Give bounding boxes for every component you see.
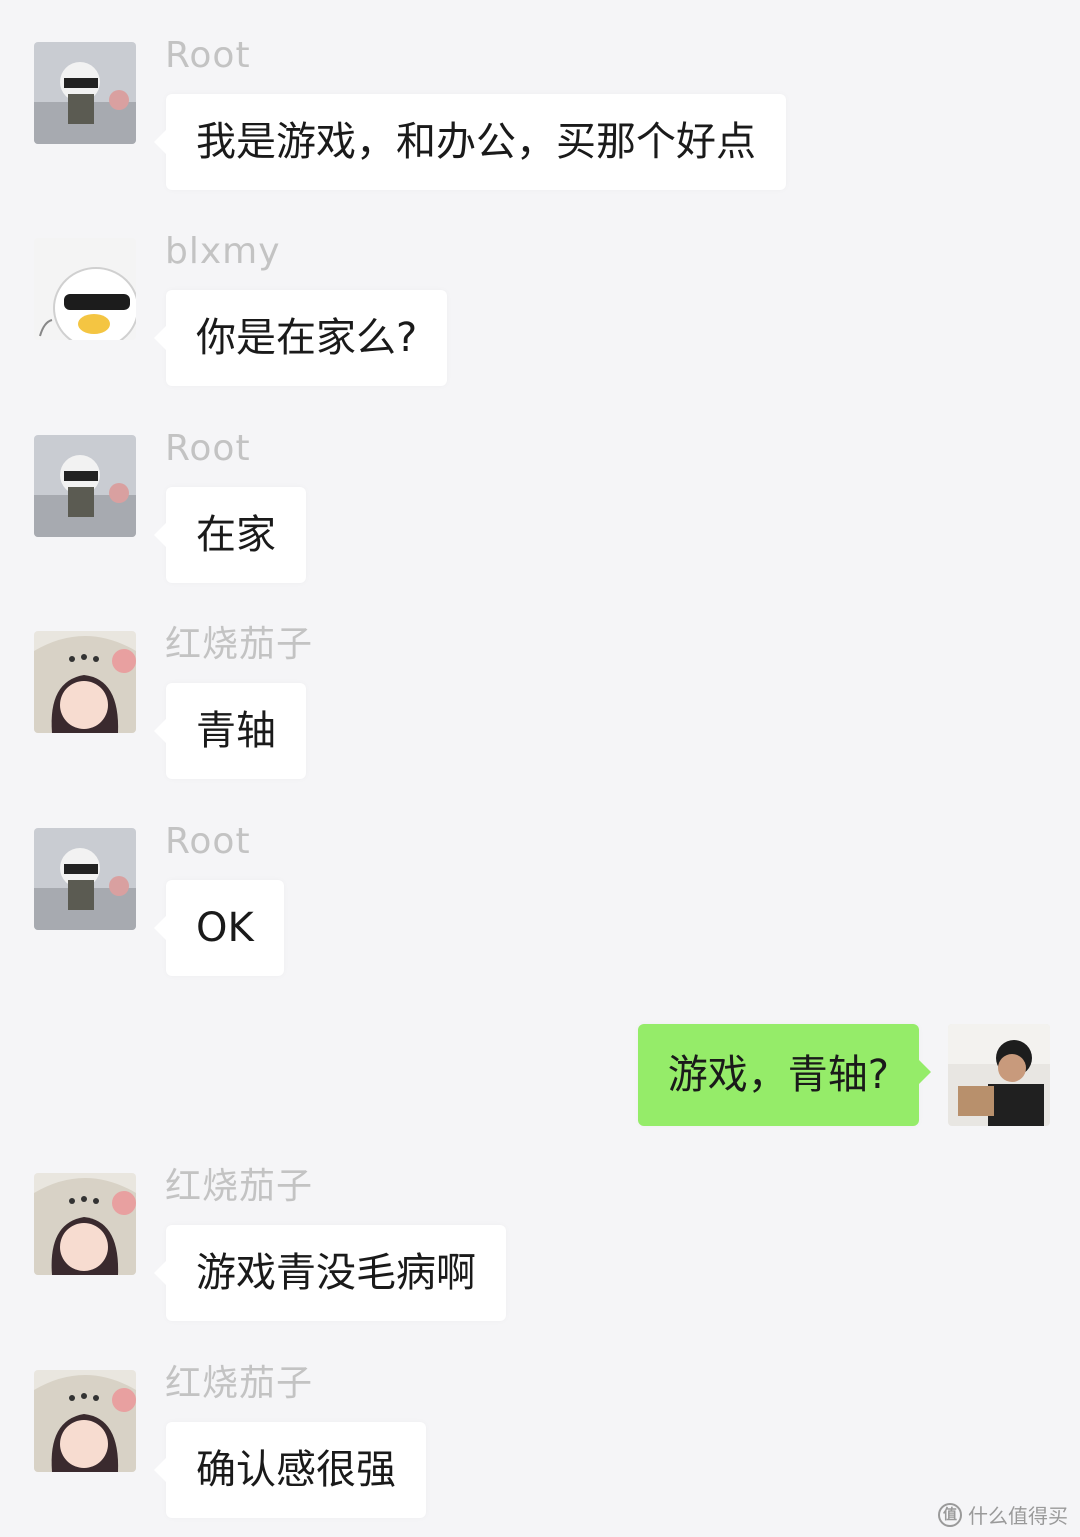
sender-name: Root bbox=[165, 821, 251, 862]
message-row: blxmy 你是在家么? bbox=[0, 231, 1080, 388]
avatar-root[interactable] bbox=[34, 828, 136, 930]
watermark-text: 什么值得买 bbox=[968, 1504, 1068, 1528]
avatar-hongshaoqiezi[interactable] bbox=[34, 1173, 136, 1275]
message-bubble[interactable]: 我是游戏，和办公，买那个好点 bbox=[154, 94, 786, 190]
watermark: 值 什么值得买 bbox=[938, 1500, 1068, 1529]
message-row: 红烧茄子 青轴 bbox=[0, 624, 1080, 781]
message-bubble[interactable]: 你是在家么? bbox=[153, 290, 448, 386]
sender-name: 红烧茄子 bbox=[165, 1166, 314, 1207]
message-bubble[interactable]: 青轴 bbox=[154, 683, 306, 779]
message-row: 红烧茄子 游戏青没毛病啊 bbox=[0, 1166, 1080, 1323]
zhi-logo-icon: 值 bbox=[938, 1502, 962, 1527]
sender-name: 红烧茄子 bbox=[165, 1363, 314, 1404]
message-bubble[interactable]: 游戏青没毛病啊 bbox=[154, 1225, 506, 1321]
message-bubble[interactable]: 确认感很强 bbox=[154, 1422, 426, 1518]
message-bubble-self[interactable]: 游戏，青轴? bbox=[637, 1024, 932, 1126]
avatar-root[interactable] bbox=[34, 42, 136, 144]
message-row: Root 在家 bbox=[0, 428, 1080, 585]
message-row: Root 我是游戏，和办公，买那个好点 bbox=[0, 35, 1080, 192]
sender-name: blxmy bbox=[165, 231, 281, 272]
avatar-hongshaoqiezi[interactable] bbox=[34, 631, 136, 733]
sender-name: Root bbox=[165, 428, 251, 469]
avatar-blxmy[interactable] bbox=[34, 238, 136, 340]
avatar-self[interactable] bbox=[948, 1024, 1050, 1126]
sender-name: Root bbox=[165, 35, 251, 76]
message-bubble[interactable]: OK bbox=[154, 880, 284, 976]
avatar-hongshaoqiezi[interactable] bbox=[34, 1370, 136, 1472]
message-row: 红烧茄子 确认感很强 bbox=[0, 1363, 1080, 1520]
sender-name: 红烧茄子 bbox=[165, 624, 314, 665]
avatar-root[interactable] bbox=[34, 435, 136, 537]
message-row-self: 游戏，青轴? bbox=[0, 1024, 1080, 1128]
message-bubble[interactable]: 在家 bbox=[154, 487, 306, 583]
message-row: Root OK bbox=[0, 821, 1080, 978]
